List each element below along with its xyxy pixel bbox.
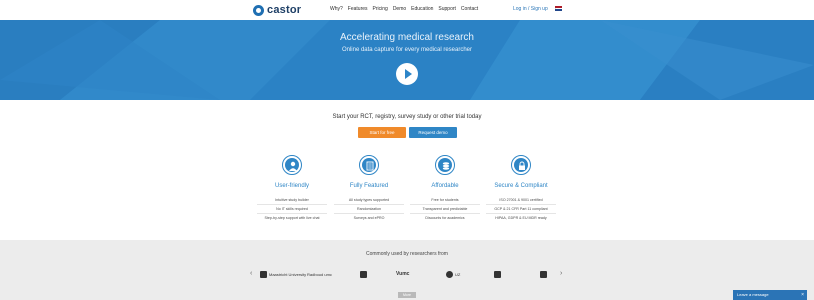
feature-title: Secure & Compliant [494, 183, 548, 189]
more-logos-button[interactable]: More [398, 292, 416, 298]
partner-logo: Vumc [396, 271, 410, 277]
language-flag-icon[interactable] [555, 6, 562, 12]
partner-logo [494, 269, 501, 279]
tower-icon [540, 270, 547, 278]
trusted-title: Commonly used by researchers from [366, 251, 448, 257]
user-icon [282, 155, 302, 175]
crest-icon [260, 270, 267, 278]
partner-logo [360, 269, 367, 279]
feature-line: ISO 27001 & 9001 certified [499, 198, 543, 202]
hero-title: Accelerating medical research [340, 32, 474, 43]
cta-text: Start your RCT, registry, survey study o… [332, 114, 482, 120]
carousel-next-arrow-icon[interactable]: › [560, 270, 562, 277]
nav-item-features[interactable]: Features [348, 6, 368, 12]
chat-close-icon[interactable]: × [801, 290, 804, 300]
castor-logo[interactable]: castor [253, 3, 301, 17]
nav-item-education[interactable]: Education [411, 6, 433, 12]
hero-subtitle: Online data capture for every medical re… [341, 47, 473, 53]
hero-banner: Accelerating medical research Online dat… [0, 20, 814, 100]
request-demo-button[interactable]: Request demo [409, 127, 457, 138]
chat-label: Leave a message [737, 292, 769, 297]
trusted-by-section: Commonly used by researchers from ‹ › Ma… [0, 240, 814, 300]
logo-text: castor [267, 4, 302, 16]
partner-logo [540, 269, 547, 279]
chat-widget[interactable]: Leave a message × [733, 290, 807, 300]
castor-logo-mark-icon [253, 4, 264, 16]
nav-item-support[interactable]: Support [438, 6, 456, 12]
nav-item-demo[interactable]: Demo [393, 6, 406, 12]
site-header: castor Why? Features Pricing Demo Educat… [0, 0, 814, 20]
document-list-icon [359, 155, 379, 175]
nav-item-contact[interactable]: Contact [461, 6, 478, 12]
lock-icon [511, 155, 531, 175]
coins-icon [435, 155, 455, 175]
start-free-button[interactable]: Start for free [358, 127, 406, 138]
nav-item-pricing[interactable]: Pricing [373, 6, 388, 12]
partner-logo: UZ [446, 269, 460, 279]
feature-line: GCP & 21 CFR Part 11 compliant [494, 207, 548, 211]
carousel-prev-arrow-icon[interactable]: ‹ [250, 270, 252, 277]
seal-icon [446, 270, 453, 278]
nav-item-why[interactable]: Why? [330, 6, 343, 12]
feature-line: HIPAA, GDPR & EU MDR ready [495, 216, 547, 220]
main-nav: Why? Features Pricing Demo Education Sup… [330, 6, 478, 12]
shield-icon [494, 270, 501, 278]
emblem-icon [360, 270, 367, 278]
login-link[interactable]: Log in / Sign up [513, 6, 548, 12]
partner-logo: Maastricht University [260, 269, 306, 279]
partner-logo: Radboud umc [307, 271, 332, 277]
play-video-button[interactable] [396, 63, 418, 85]
